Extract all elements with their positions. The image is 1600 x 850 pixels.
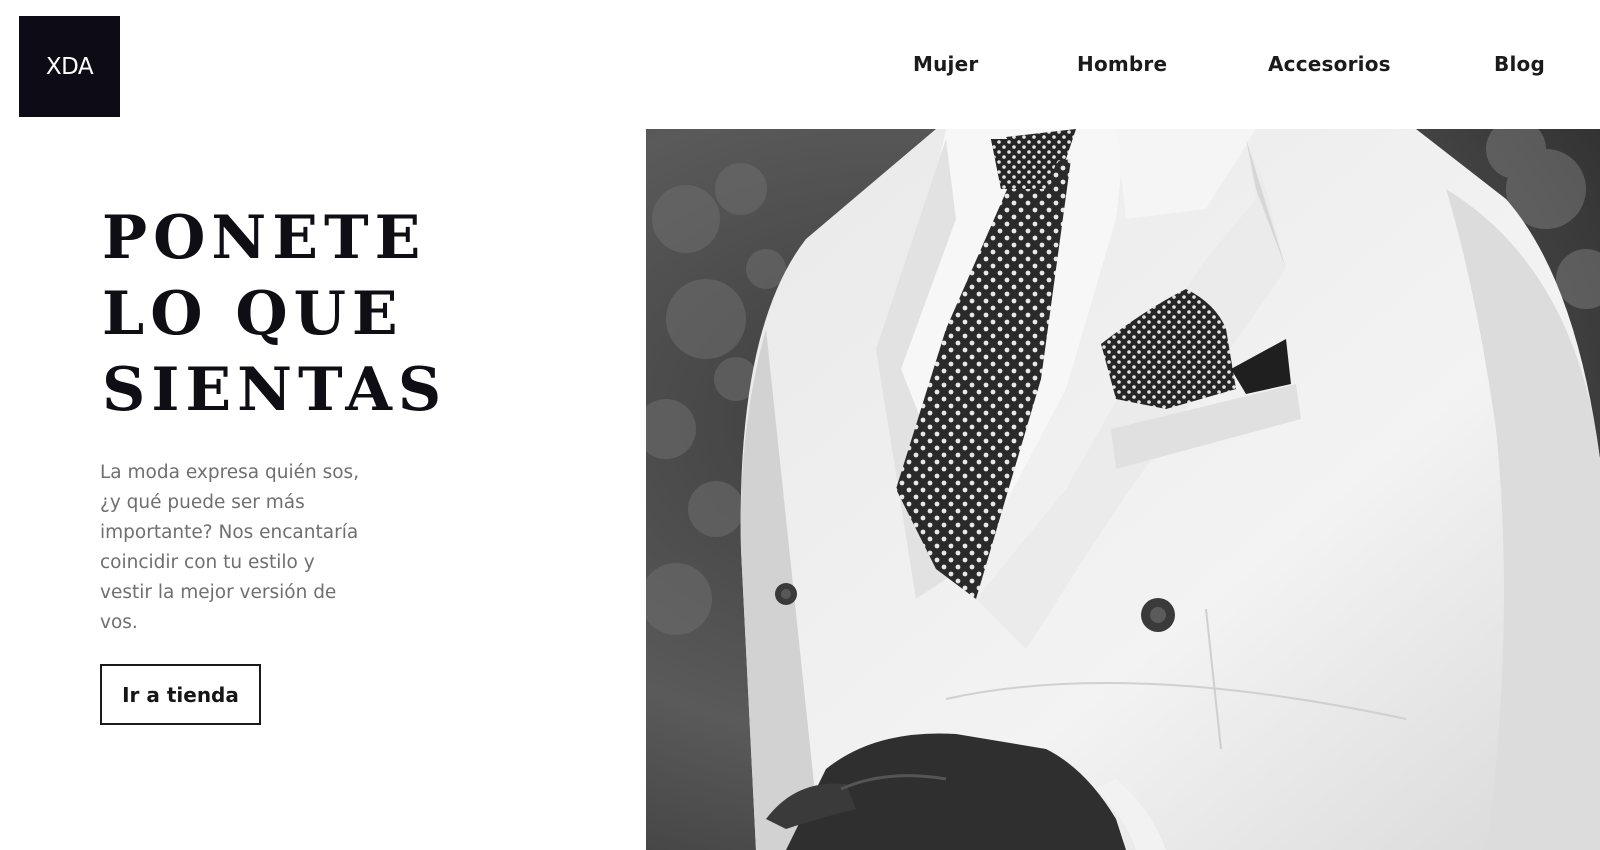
- hero-title: PONETE LO QUE SIENTAS: [102, 200, 447, 428]
- nav-link-mujer[interactable]: Mujer: [913, 52, 978, 76]
- main-nav: Mujer Hombre Accesorios Blog: [0, 52, 1600, 86]
- suit-illustration: [646, 129, 1600, 850]
- hero-title-line: LO QUE: [102, 279, 404, 349]
- hero-image: [646, 129, 1600, 850]
- hero-description: La moda expresa quién sos, ¿y qué puede …: [100, 462, 360, 633]
- hero-title-line: SIENTAS: [102, 355, 448, 425]
- go-to-store-button[interactable]: Ir a tienda: [100, 664, 261, 725]
- hero-title-line: PONETE: [102, 203, 427, 273]
- nav-link-hombre[interactable]: Hombre: [1077, 52, 1167, 76]
- nav-link-blog[interactable]: Blog: [1494, 52, 1545, 76]
- nav-link-accesorios[interactable]: Accesorios: [1268, 52, 1391, 76]
